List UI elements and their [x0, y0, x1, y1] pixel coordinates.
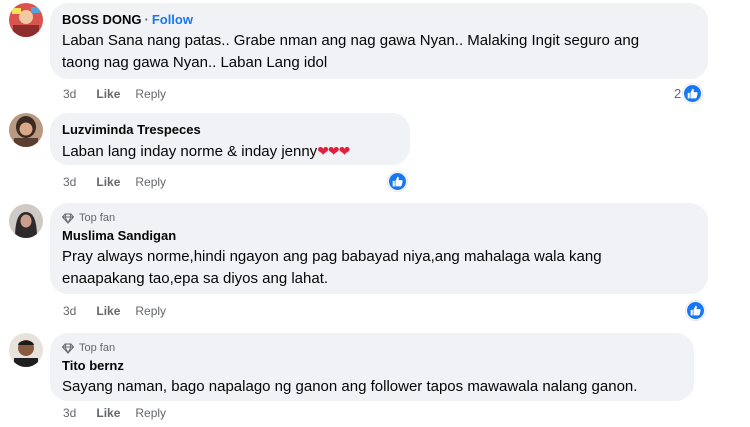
comment-actions: 3d Like Reply: [63, 174, 166, 190]
author-row: Tito bernz: [62, 357, 682, 374]
top-fan-label: Top fan: [79, 342, 116, 354]
avatar-image-icon: [9, 333, 43, 367]
reply-button[interactable]: Reply: [135, 405, 166, 421]
comment-text-line: taong nag gawa Nyan.. Laban Lang idol: [62, 54, 328, 71]
timestamp[interactable]: 3d: [63, 303, 76, 319]
thumbs-up-icon: [683, 84, 703, 103]
avatar[interactable]: [9, 204, 43, 238]
comment-text-line: enaapakang tao,epa sa diyos ang lahat.: [62, 270, 329, 287]
top-fan-badge: Top fan: [62, 341, 682, 355]
comment-text-content: Sayang naman, bago napalago ng ganon ang…: [62, 378, 638, 395]
comment-actions: 3d Like Reply: [63, 86, 166, 102]
comment-actions: 3d Like Reply: [63, 303, 166, 319]
comment-text: Laban lang inday norme & inday jenny❤❤❤: [62, 140, 398, 163]
comment-text: Pray always norme,hindi ngayon ang pag b…: [62, 246, 696, 290]
timestamp[interactable]: 3d: [63, 405, 76, 421]
comment-bubble: BOSS DONG · Follow Laban Sana nang patas…: [50, 3, 708, 79]
comment-text: Sayang naman, bago napalago ng ganon ang…: [62, 376, 682, 398]
author-row: Luzviminda Trespeces: [62, 121, 398, 138]
thumbs-up-icon: [388, 172, 407, 191]
diamond-icon: [62, 213, 74, 224]
avatar[interactable]: [9, 3, 43, 37]
comment-text: Laban Sana nang patas.. Grabe nman ang n…: [62, 30, 696, 74]
avatar-image-icon: [9, 204, 43, 238]
avatar[interactable]: [9, 333, 43, 367]
thumbs-up-icon: [686, 301, 705, 320]
timestamp[interactable]: 3d: [63, 86, 76, 102]
timestamp[interactable]: 3d: [63, 174, 76, 190]
heart-emoji-icon: ❤❤❤: [317, 143, 350, 159]
author-name[interactable]: Muslima Sandigan: [62, 227, 176, 244]
comment-text-line: Laban Sana nang patas.. Grabe nman ang n…: [62, 32, 640, 49]
author-name[interactable]: Luzviminda Trespeces: [62, 121, 201, 138]
comment-bubble: Top fan Tito bernz Sayang naman, bago na…: [50, 333, 694, 401]
like-button[interactable]: Like: [96, 405, 120, 421]
reply-button[interactable]: Reply: [135, 174, 166, 190]
comment-actions: 3d Like Reply: [63, 405, 166, 421]
like-button[interactable]: Like: [96, 86, 120, 102]
diamond-icon: [62, 343, 74, 354]
top-fan-badge: Top fan: [62, 211, 696, 225]
like-button[interactable]: Like: [96, 303, 120, 319]
comment-bubble: Luzviminda Trespeces Laban lang inday no…: [50, 113, 410, 165]
author-name[interactable]: Tito bernz: [62, 357, 124, 374]
reaction-count: 2: [674, 86, 682, 101]
reply-button[interactable]: Reply: [135, 303, 166, 319]
avatar-image-icon: [9, 113, 43, 147]
avatar-image-icon: [9, 3, 43, 37]
reply-button[interactable]: Reply: [135, 86, 166, 102]
reaction-summary[interactable]: [686, 301, 705, 320]
comment-text-line: Pray always norme,hindi ngayon ang pag b…: [62, 248, 602, 265]
avatar[interactable]: [9, 113, 43, 147]
author-row: Muslima Sandigan: [62, 227, 696, 244]
like-button[interactable]: Like: [96, 174, 120, 190]
separator-dot: ·: [144, 12, 149, 27]
comment-bubble: Top fan Muslima Sandigan Pray always nor…: [50, 203, 708, 294]
follow-button[interactable]: Follow: [152, 11, 193, 28]
reaction-summary[interactable]: 2: [674, 84, 703, 103]
author-name[interactable]: BOSS DONG: [62, 11, 141, 28]
author-row: BOSS DONG · Follow: [62, 11, 696, 28]
reaction-summary[interactable]: [388, 172, 407, 191]
comment-text-content: Laban lang inday norme & inday jenny: [62, 143, 318, 160]
top-fan-label: Top fan: [79, 212, 116, 224]
